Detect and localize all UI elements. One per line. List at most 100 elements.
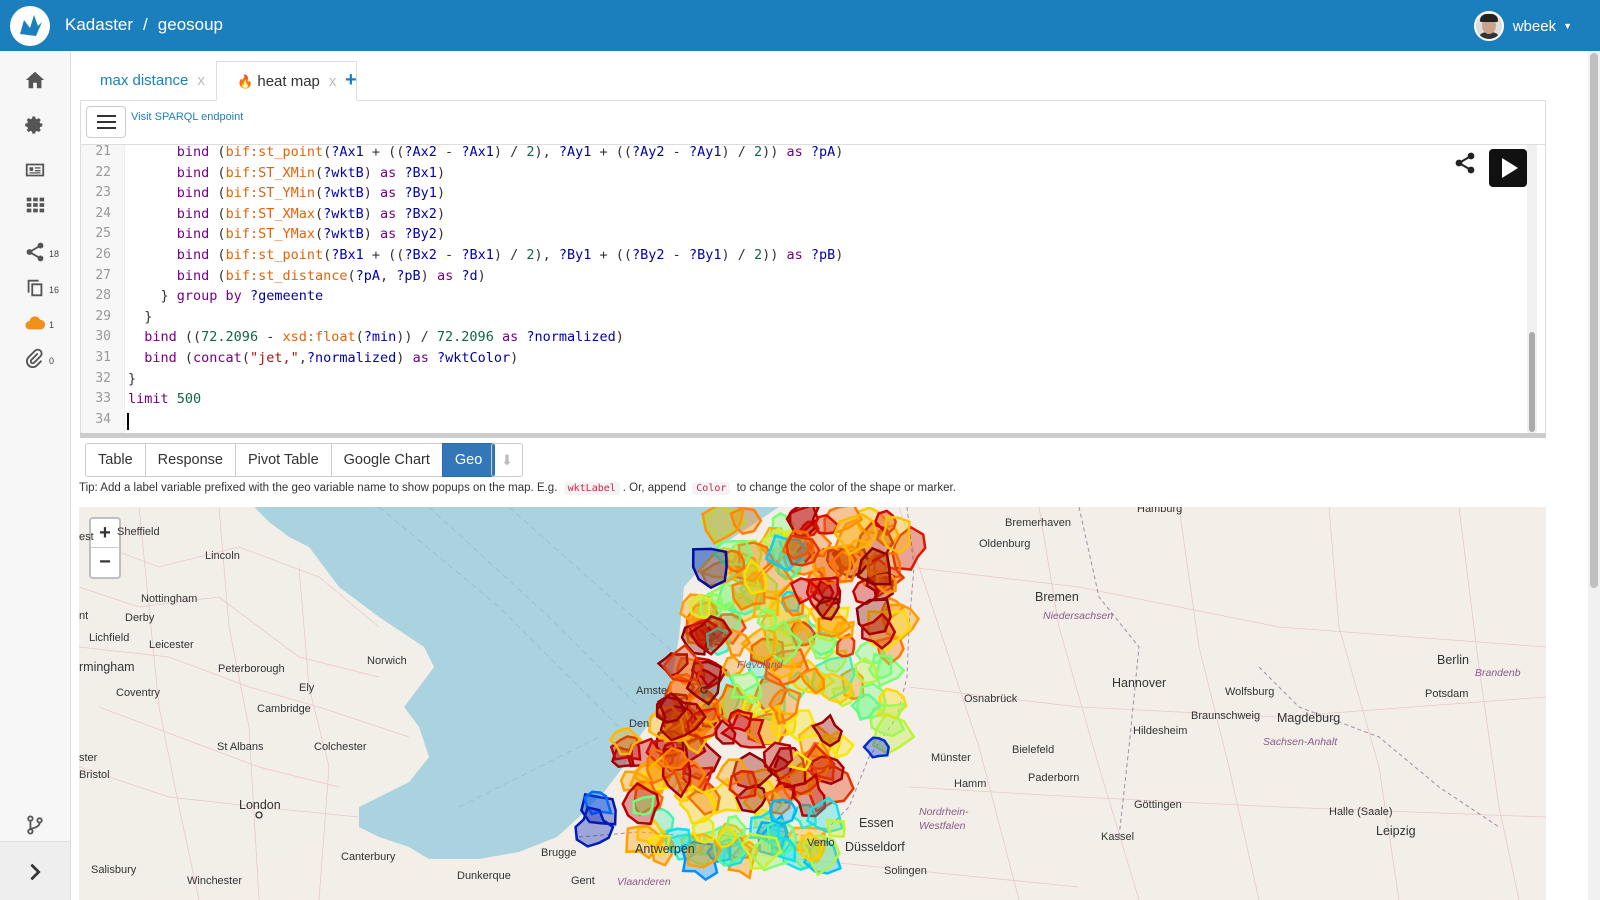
tip-text: . Or, append [622,482,687,494]
code-text[interactable]: bind (bif:ST_YMin(?wktB) as ?By1) [128,183,445,204]
editor-scrollbar[interactable] [1527,145,1537,436]
code-text[interactable]: } [128,307,152,328]
map-place-label: Leipzig [1376,824,1416,838]
map-place-label: Gent [571,875,595,887]
line-number: 25 [95,226,111,242]
map-place-label: Hamburg [1137,507,1183,515]
result-tab-google-chart[interactable]: Google Chart [330,443,443,477]
cloud-count: 1 [49,320,55,330]
play-icon [1502,158,1518,178]
sparql-endpoint-link[interactable]: Visit SPARQL endpoint [131,111,243,123]
result-tab-geo[interactable]: Geo [441,443,496,477]
code-area[interactable]: 21 bind (bif:st_point(?Ax1 + ((?Ax2 - ?A… [81,142,1531,436]
code-text[interactable]: bind (concat("jet,",?normalized) as ?wkt… [128,348,518,369]
code-text[interactable]: bind (bif:st_point(?Ax1 + ((?Ax2 - ?Ax1)… [128,142,844,163]
map-place-label: Bielefeld [1012,744,1055,756]
breadcrumb-org[interactable]: Kadaster [65,15,133,35]
map-place-label: Bristol [79,769,110,781]
tab-label: heat map [257,73,320,90]
map-place-label: Nottingham [141,593,198,605]
map-place-label: Sachsen-Anhalt [1263,736,1338,748]
map-place-label: Osnabrück [964,693,1018,705]
id-card-icon[interactable] [0,150,70,190]
map-place-label: Bremerhaven [1005,517,1072,529]
map-place-label: Düsseldorf [845,840,905,854]
code-text[interactable]: bind (bif:ST_XMin(?wktB) as ?Bx1) [128,163,445,184]
map-place-label: Paderborn [1028,772,1080,784]
municipality-shape[interactable] [727,708,753,733]
map-place-label: Wolfsburg [1225,686,1275,698]
cloud-icon[interactable]: 1 [0,303,70,343]
municipality-shape[interactable] [832,620,856,639]
editor-resize-handle[interactable] [80,433,1546,438]
branch-icon[interactable] [0,805,70,845]
code-text[interactable]: bind (bif:st_distance(?pA, ?pB) as ?d) [128,266,486,287]
triply-logo-icon[interactable] [10,6,50,46]
run-query-button[interactable] [1489,149,1527,187]
map-place-label: nt [79,610,89,622]
page-scrollbar[interactable] [1588,51,1600,900]
line-number: 21 [95,144,111,159]
result-tab-pivot-table[interactable]: Pivot Table [234,443,332,477]
map-place-label: Norwich [367,655,407,667]
municipality-shape[interactable] [862,736,891,759]
share-icon[interactable]: 18 [0,232,70,272]
map-place-label: Lincoln [205,550,240,562]
gear-icon[interactable] [0,105,70,145]
grid-icon[interactable] [0,185,70,225]
municipality-shape[interactable] [768,798,798,826]
tab-close-icon[interactable]: x [197,72,205,89]
editor-toolbar: Visit SPARQL endpoint [81,101,1545,145]
share-count: 18 [49,249,60,259]
line-number: 28 [95,288,111,304]
municipality-shape[interactable] [825,818,846,839]
chevron-right-icon[interactable] [0,852,70,892]
user-menu[interactable]: wbeek ▼ [1473,11,1572,41]
zoom-in-button[interactable]: + [91,519,119,548]
result-tab-table[interactable]: Table [85,443,146,477]
map-place-label: Göttingen [1134,799,1182,811]
map-place-label: Cambridge [257,703,311,715]
line-number: 22 [95,164,111,180]
username[interactable]: wbeek [1513,18,1556,35]
add-tab-icon[interactable]: + [345,69,357,92]
map-place-label: Antwerpen [635,842,695,856]
map-place-label: Essen [859,816,894,830]
map-place-label: Münster [931,752,971,764]
code-text[interactable]: bind ((72.2096 - xsd:float(?min)) / 72.2… [128,327,624,348]
tab-heat-map[interactable]: 🔥 heat map x [216,61,358,101]
municipality-shape[interactable] [688,594,711,619]
home-icon[interactable] [0,60,70,100]
line-number: 23 [95,185,111,201]
breadcrumb-dataset[interactable]: geosoup [158,15,223,35]
code-text[interactable]: } group by ?gemeente [128,286,324,307]
map-place-label: Leicester [149,639,194,651]
tab-max-distance[interactable]: max distance x [80,61,225,101]
sidebar-expand-button[interactable] [0,841,70,900]
menu-button[interactable] [86,106,126,138]
download-button[interactable]: ⬇ [491,443,523,477]
caret-down-icon[interactable]: ▼ [1563,21,1572,31]
code-text[interactable]: bind (bif:st_point(?Bx1 + ((?Bx2 - ?Bx1)… [128,245,844,266]
code-text[interactable]: } [128,369,136,390]
line-number: 31 [95,350,111,365]
share-query-icon[interactable] [1453,151,1477,175]
code-text[interactable]: bind (bif:ST_XMax(?wktB) as ?Bx2) [128,204,445,225]
zoom-out-button[interactable]: − [91,548,119,577]
result-tab-response[interactable]: Response [144,443,236,477]
query-tabs: max distance x 🔥 heat map x + [80,61,1546,101]
paperclip-icon[interactable]: 0 [0,339,70,379]
map-place-label: est [79,531,94,543]
code-text[interactable]: limit 500 [128,389,201,410]
municipality-shape[interactable] [691,547,728,590]
breadcrumb-separator: / [143,15,148,34]
tab-close-icon[interactable]: x [329,73,337,90]
code-text[interactable]: bind (bif:ST_YMax(?wktB) as ?By2) [128,224,445,245]
geo-map[interactable]: + − Sheffield est Lincoln Nottingham Derby nt… [79,507,1546,900]
municipality-shape[interactable] [632,794,656,816]
avatar[interactable] [1473,11,1504,41]
map-place-label: Colchester [314,741,367,753]
copy-icon[interactable]: 16 [0,268,70,308]
map-place-label: Hannover [1112,676,1167,690]
line-number: 26 [95,247,111,262]
